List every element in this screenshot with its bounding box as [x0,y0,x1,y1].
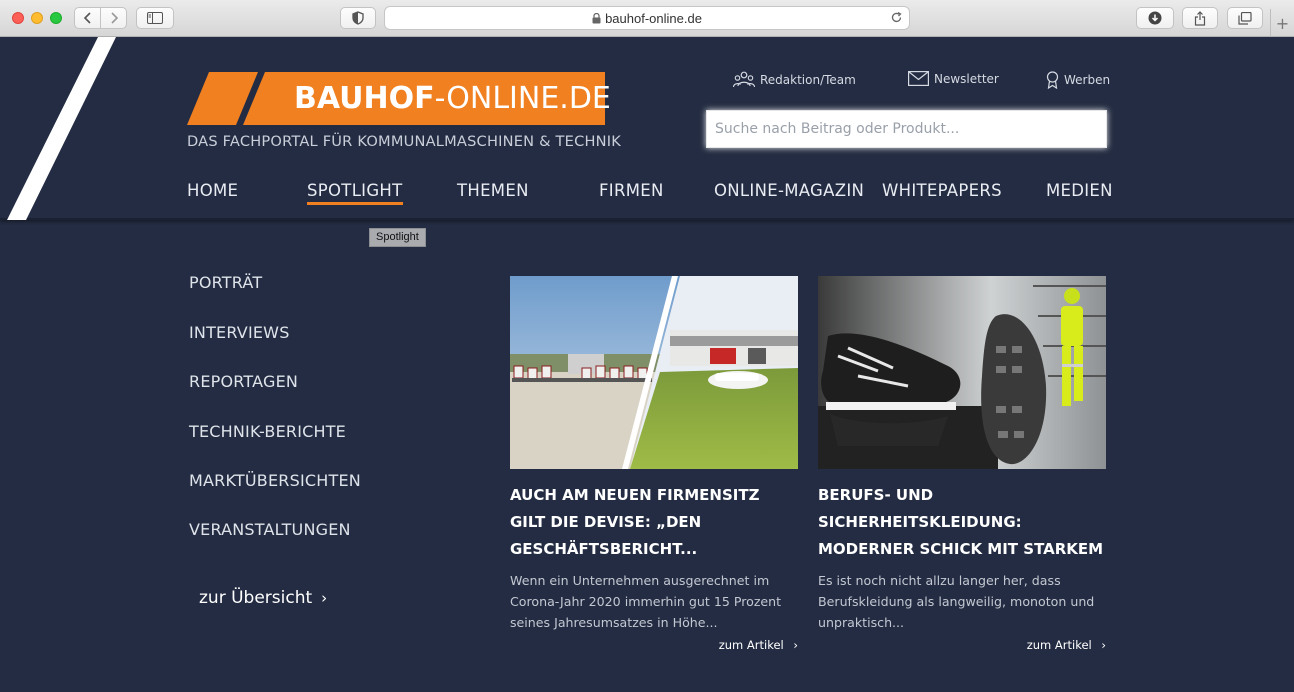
url-text: bauhof-online.de [605,10,702,26]
article-title[interactable]: BERUFS- UND SICHERHEITSKLEIDUNG: MODERNE… [818,482,1106,563]
nav-medien[interactable]: MEDIEN [1046,181,1113,200]
nav-themen[interactable]: THEMEN [457,181,529,200]
read-article-label: zum Artikel [718,638,784,652]
submenu-item-reportagen[interactable]: REPORTAGEN [189,372,298,391]
site-logo-text[interactable]: BAUHOF-ONLINE.DE [294,77,611,121]
chevron-right-icon: › [793,638,798,652]
zoom-window-button[interactable] [50,12,62,24]
minimize-window-button[interactable] [31,12,43,24]
article-card: BERUFS- UND SICHERHEITSKLEIDUNG: MODERNE… [818,276,1106,652]
chevron-right-icon: › [321,589,328,607]
article-teaser: Es ist noch nicht allzu langer her, dass… [818,573,1095,630]
newsletter-link-label: Newsletter [934,71,999,86]
back-button[interactable] [74,7,101,29]
article-title[interactable]: AUCH AM NEUEN FIRMENSITZ GILT DIE DEVISE… [510,482,798,563]
browser-toolbar: bauhof-online.de + [0,0,1294,37]
nav-firmen[interactable]: FIRMEN [599,181,664,200]
submenu-item-veranstaltungen[interactable]: VERANSTALTUNGEN [189,520,351,539]
download-icon [1148,11,1162,25]
article-teaser: Wenn ein Unternehmen ausgerechnet im Cor… [510,573,782,630]
chevron-right-icon: › [1101,638,1106,652]
nav-home[interactable]: HOME [187,181,238,200]
read-article-link[interactable]: zum Artikel › [719,638,798,652]
submenu-item-portraet[interactable]: PORTRÄT [189,273,262,292]
submenu-item-interviews[interactable]: INTERVIEWS [189,323,290,342]
site-header: BAUHOF-ONLINE.DE DAS FACHPORTAL FÜR KOMM… [0,37,1294,220]
logo-rest: -ONLINE.DE [434,81,611,116]
sidebar-icon [147,12,163,24]
reload-icon[interactable] [890,11,903,24]
article-image-company-site[interactable] [510,276,798,469]
submenu-item-marktuebersichten[interactable]: MARKTÜBERSICHTEN [189,471,361,490]
sidebar-toggle-button[interactable] [136,7,174,29]
team-icon [733,71,755,88]
logo-bold: BAUHOF [294,81,435,116]
privacy-report-button[interactable] [340,7,376,29]
nav-spotlight[interactable]: SPOTLIGHT [307,181,403,205]
site-tagline: DAS FACHPORTAL FÜR KOMMUNALMASCHINEN & T… [187,133,622,150]
main-nav: HOME SPOTLIGHT THEMEN FIRMEN ONLINE-MAGA… [187,181,1113,211]
read-article-label: zum Artikel [1026,638,1092,652]
team-link[interactable]: Redaktion/Team [733,71,856,88]
lock-icon [592,12,601,24]
article-image-workwear[interactable] [818,276,1106,469]
share-button[interactable] [1182,7,1218,29]
spotlight-tooltip: Spotlight [369,228,426,247]
overview-link-label: zur Übersicht [199,588,313,608]
shield-icon [352,11,364,25]
forward-button[interactable] [100,7,127,29]
tab-overview-button[interactable] [1227,7,1263,29]
badge-icon [1046,71,1059,89]
tabs-icon [1238,11,1252,25]
advertise-link-label: Werben [1064,73,1111,87]
article-card: AUCH AM NEUEN FIRMENSITZ GILT DIE DEVISE… [510,276,798,652]
nav-whitepapers[interactable]: WHITEPAPERS [882,181,1002,200]
new-tab-button[interactable]: + [1270,9,1294,37]
submenu-item-technik-berichte[interactable]: TECHNIK-BERICHTE [189,422,346,441]
chevron-right-icon [110,12,118,24]
team-link-label: Redaktion/Team [760,72,856,87]
decorative-slash [7,37,116,220]
nav-online-magazin[interactable]: ONLINE-MAGAZIN [714,181,864,200]
share-icon [1194,10,1206,26]
address-bar[interactable]: bauhof-online.de [384,6,910,30]
advertise-link[interactable]: Werben [1046,71,1110,89]
search-input[interactable] [706,110,1107,148]
overview-link[interactable]: zur Übersicht › [199,588,327,608]
envelope-icon [908,71,929,86]
close-window-button[interactable] [12,12,24,24]
downloads-button[interactable] [1136,7,1174,29]
read-article-link[interactable]: zum Artikel › [1027,638,1106,652]
newsletter-link[interactable]: Newsletter [908,71,999,86]
chevron-left-icon [83,12,91,24]
